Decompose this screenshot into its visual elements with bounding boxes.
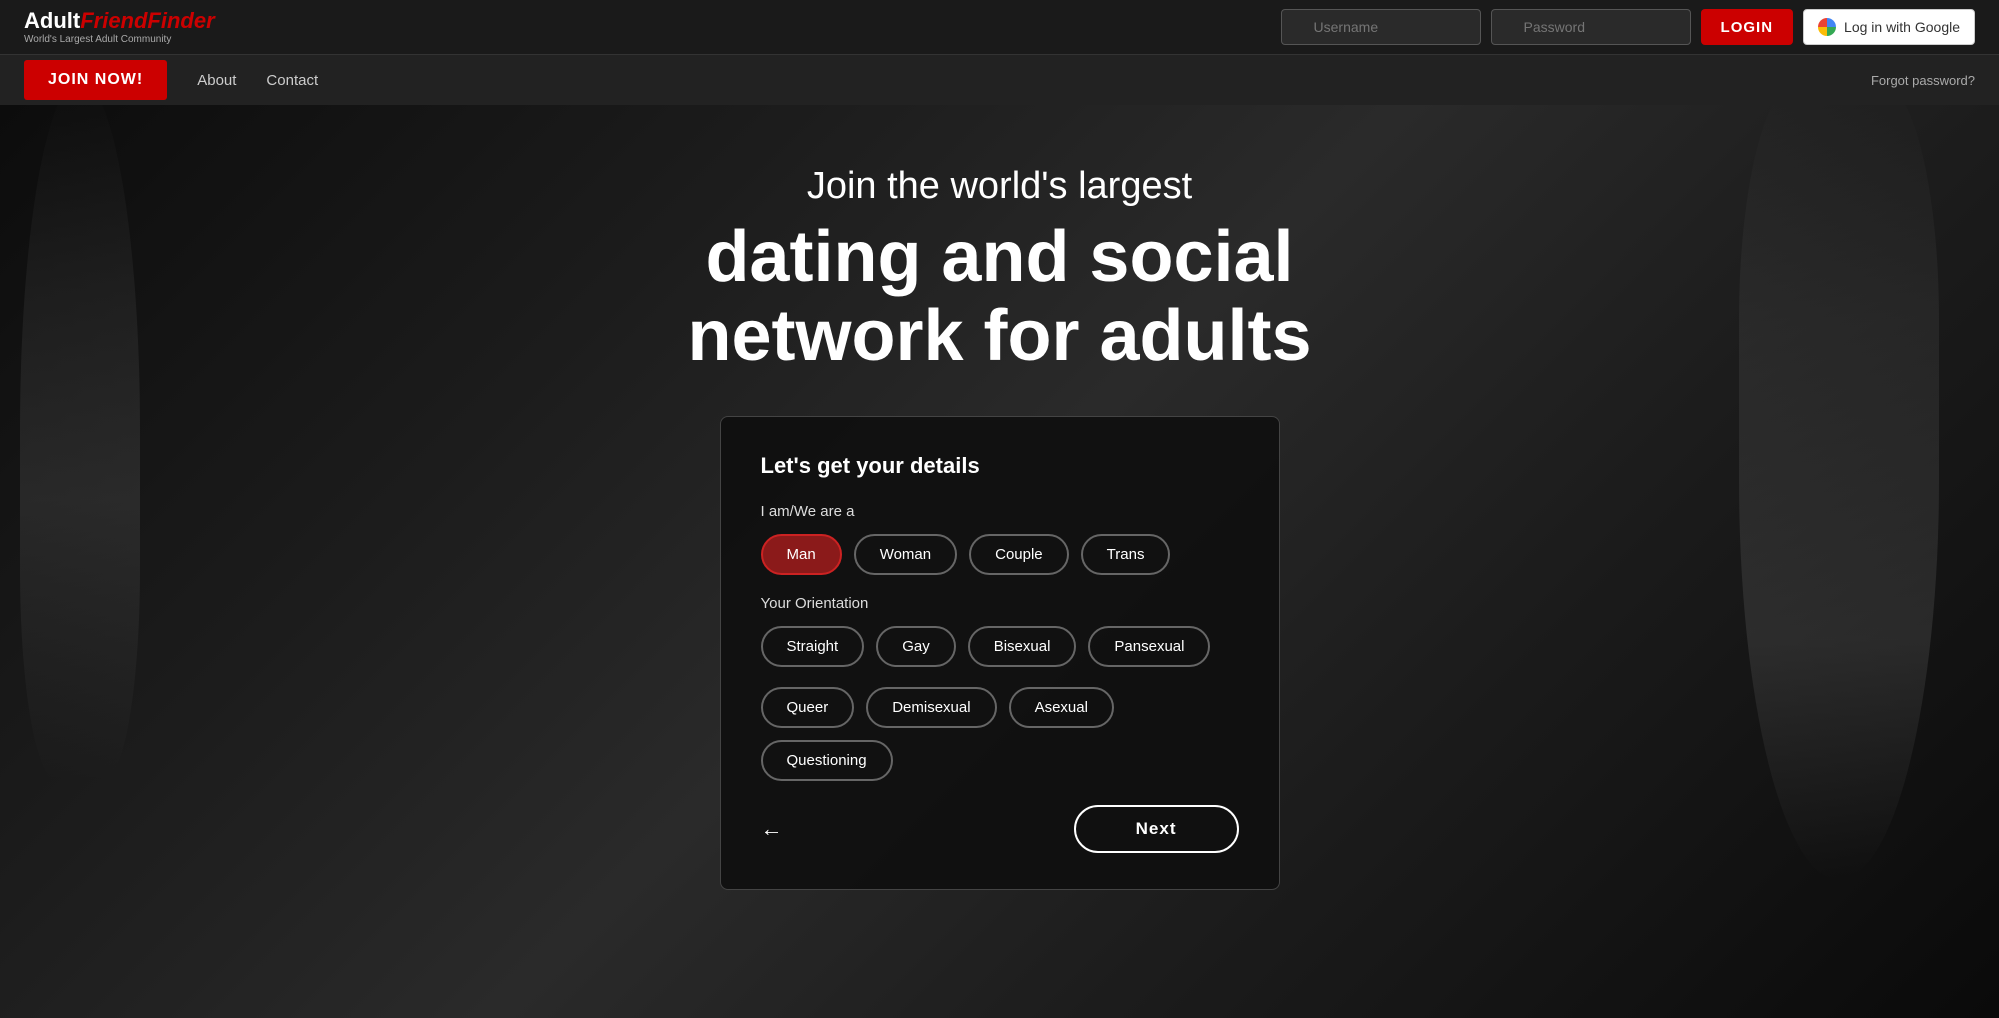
brand-friend: FriendFinder xyxy=(80,8,214,33)
option-pansexual[interactable]: Pansexual xyxy=(1088,626,1210,667)
option-queer[interactable]: Queer xyxy=(761,687,855,728)
contact-link[interactable]: Contact xyxy=(266,72,318,89)
google-login-button[interactable]: Log in with Google xyxy=(1803,9,1975,45)
option-straight[interactable]: Straight xyxy=(761,626,865,667)
identity-options: Man Woman Couple Trans xyxy=(761,534,1239,575)
brand-adult: Adult xyxy=(24,8,80,33)
password-input[interactable] xyxy=(1491,9,1691,45)
identity-label: I am/We are a xyxy=(761,503,1239,520)
option-asexual[interactable]: Asexual xyxy=(1009,687,1114,728)
next-button[interactable]: Next xyxy=(1074,805,1239,853)
hero-subtitle: Join the world's largest xyxy=(687,165,1311,208)
about-link[interactable]: About xyxy=(197,72,236,89)
card-footer: ← Next xyxy=(761,805,1239,853)
back-button[interactable]: ← xyxy=(761,816,783,842)
google-icon xyxy=(1818,18,1836,36)
orientation-row1: Straight Gay Bisexual Pansexual xyxy=(761,626,1239,667)
hero-title: dating and social network for adults xyxy=(687,218,1311,376)
option-bisexual[interactable]: Bisexual xyxy=(968,626,1077,667)
forgot-password-link[interactable]: Forgot password? xyxy=(1871,73,1975,88)
card-title: Let's get your details xyxy=(761,453,1239,479)
orientation-label: Your Orientation xyxy=(761,595,1239,612)
option-woman[interactable]: Woman xyxy=(854,534,957,575)
registration-card: Let's get your details I am/We are a Man… xyxy=(720,416,1280,890)
login-button[interactable]: LOGIN xyxy=(1701,9,1794,45)
navbar-right: 👤 🔒 LOGIN Log in with Google xyxy=(1281,9,1975,45)
option-gay[interactable]: Gay xyxy=(876,626,956,667)
username-input[interactable] xyxy=(1281,9,1481,45)
brand-logo: AdultFriendFinder World's Largest Adult … xyxy=(24,10,215,45)
hero-title-line2: network for adults xyxy=(687,296,1311,376)
username-wrapper: 👤 xyxy=(1281,9,1481,45)
hero-section: Join the world's largest dating and soci… xyxy=(687,165,1311,376)
brand-tagline: World's Largest Adult Community xyxy=(24,34,215,45)
google-login-label: Log in with Google xyxy=(1844,19,1960,35)
option-questioning[interactable]: Questioning xyxy=(761,740,893,781)
orientation-section: Your Orientation Straight Gay Bisexual P… xyxy=(761,595,1239,781)
option-trans[interactable]: Trans xyxy=(1081,534,1171,575)
option-man[interactable]: Man xyxy=(761,534,842,575)
password-wrapper: 🔒 xyxy=(1491,9,1691,45)
top-navbar: AdultFriendFinder World's Largest Adult … xyxy=(0,0,1999,55)
subnav: JOIN NOW! About Contact Forgot password? xyxy=(0,55,1999,105)
orientation-row2: Queer Demisexual Asexual Questioning xyxy=(761,687,1239,781)
option-couple[interactable]: Couple xyxy=(969,534,1069,575)
option-demisexual[interactable]: Demisexual xyxy=(866,687,996,728)
hero-title-line1: dating and social xyxy=(705,217,1293,297)
join-now-button[interactable]: JOIN NOW! xyxy=(24,60,167,100)
main-content: Join the world's largest dating and soci… xyxy=(0,105,1999,890)
